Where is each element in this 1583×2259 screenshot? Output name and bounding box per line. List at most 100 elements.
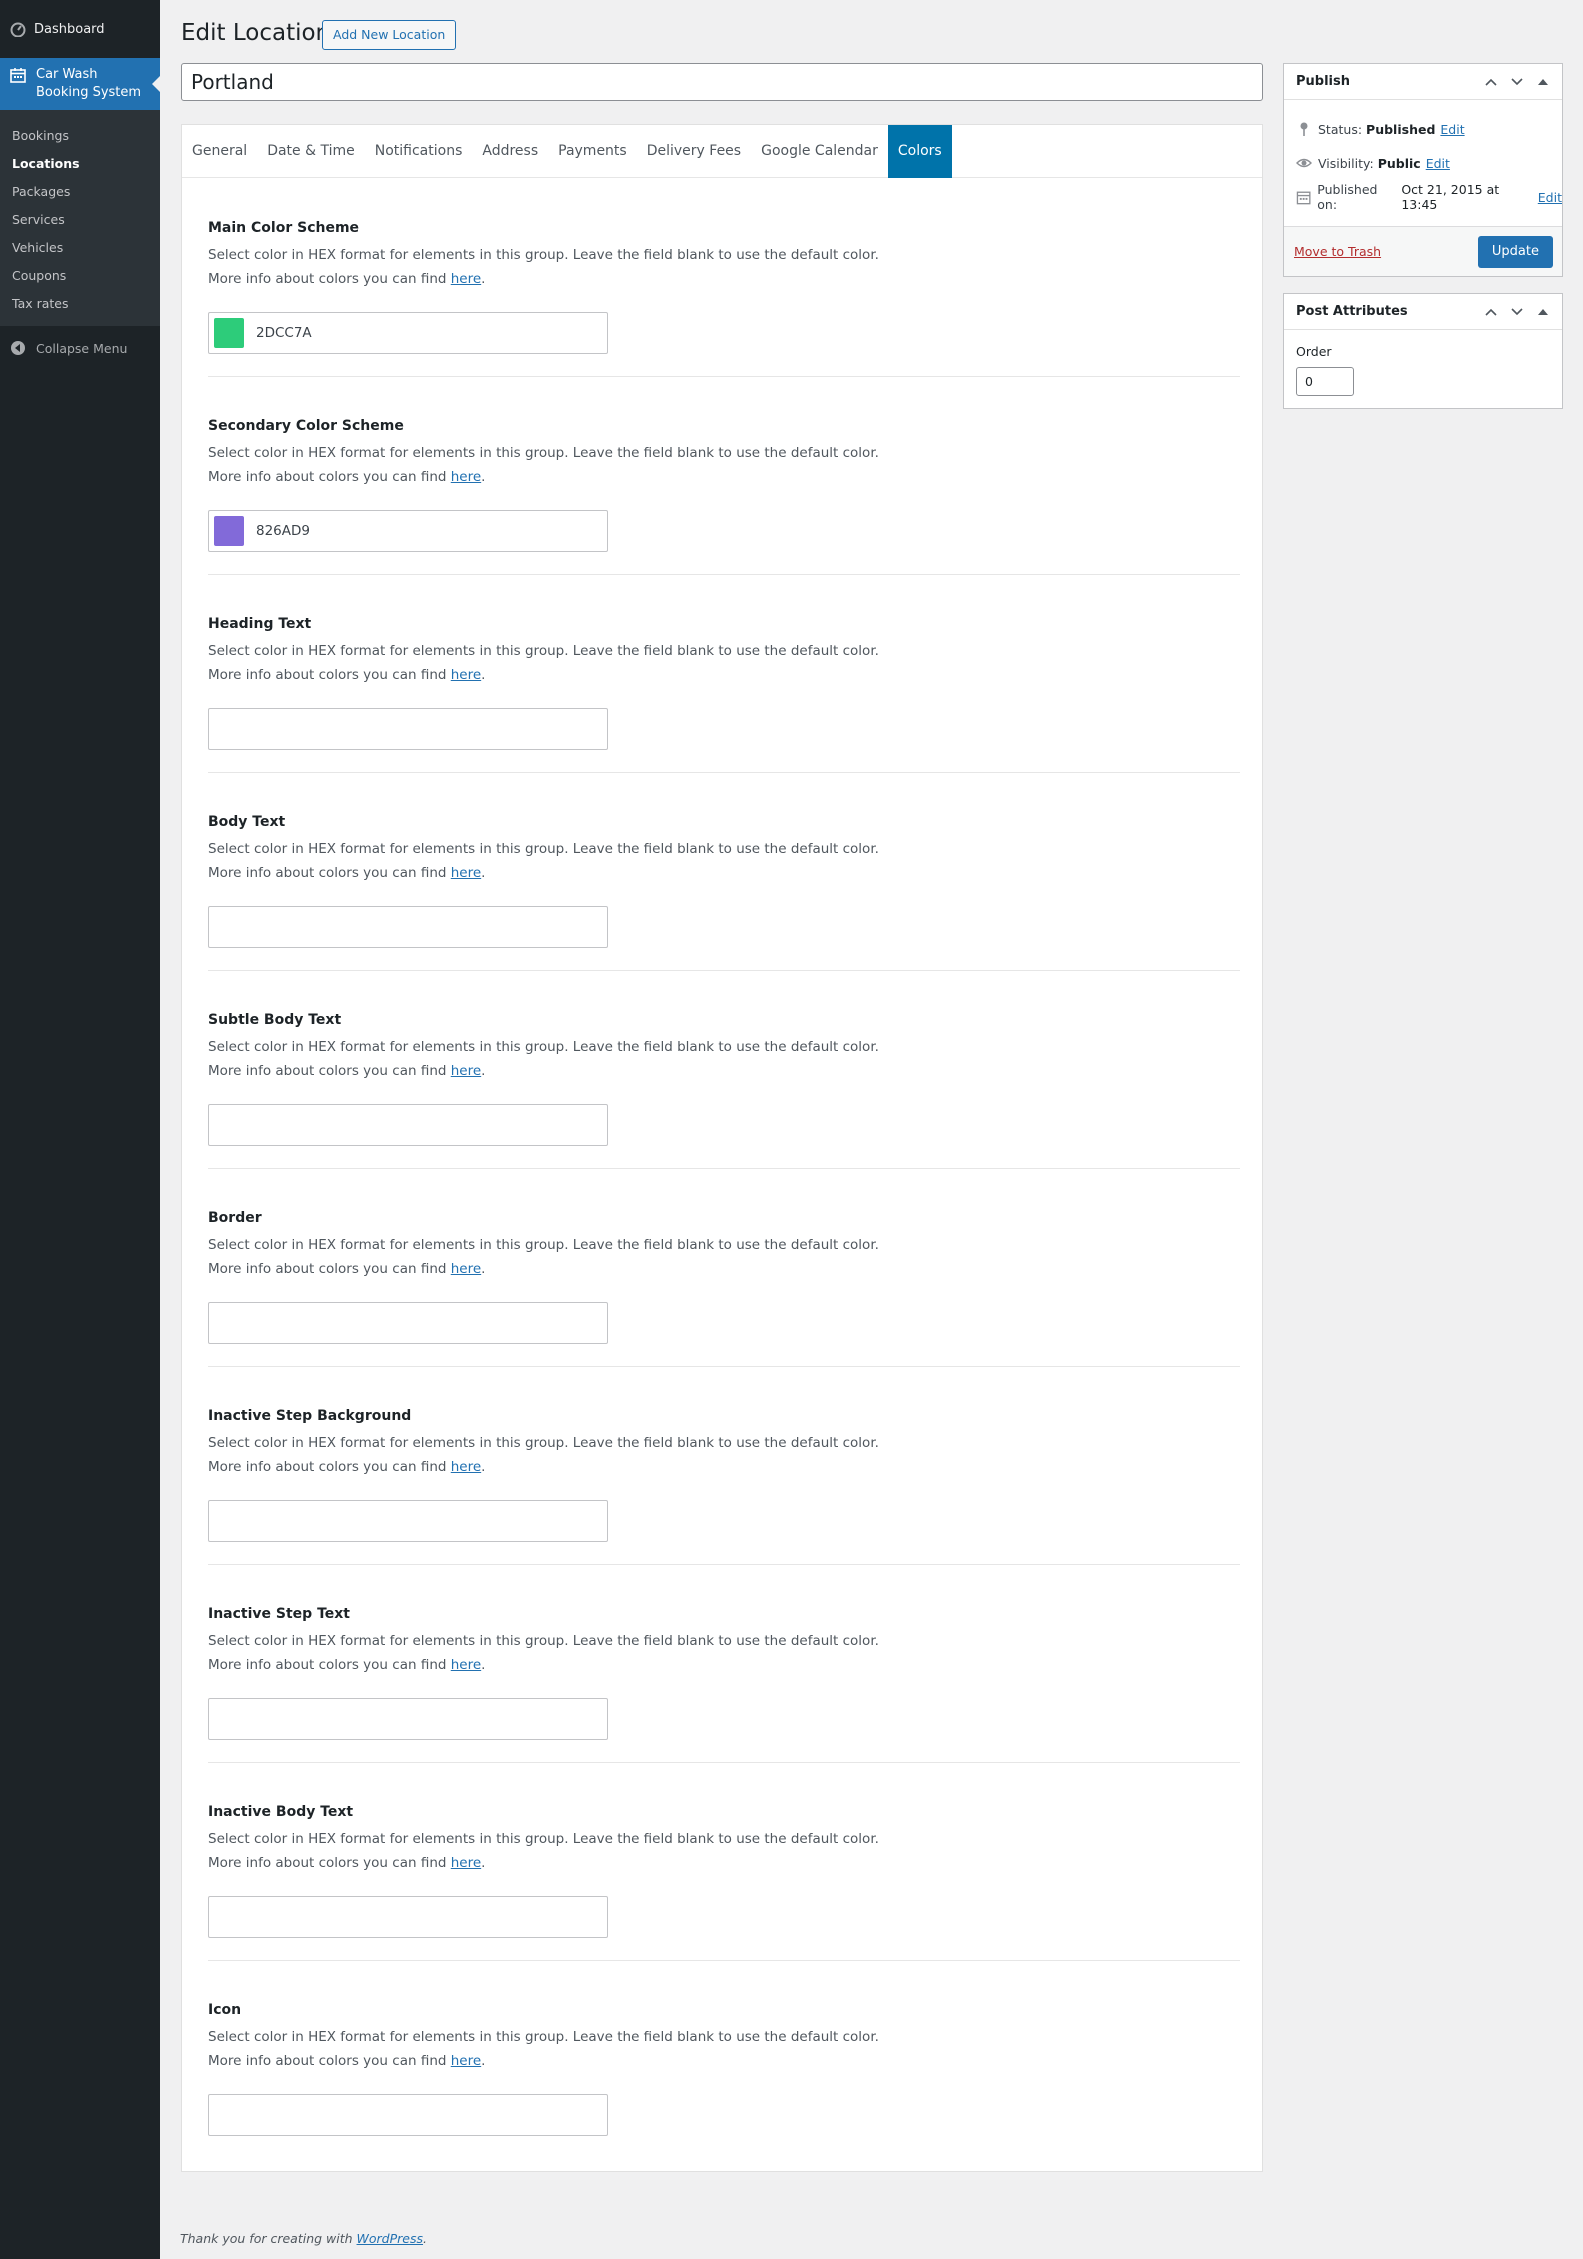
tab-notifications[interactable]: Notifications (365, 125, 473, 178)
tab-address[interactable]: Address (472, 125, 548, 178)
color-hex-value: 826AD9 (256, 523, 310, 539)
tab-google-calendar[interactable]: Google Calendar (751, 125, 888, 178)
order-input[interactable]: 0 (1296, 367, 1354, 396)
color-setting-help: More info about colors you can find here… (208, 469, 486, 485)
move-to-trash-link[interactable]: Move to Trash (1294, 244, 1381, 259)
footer-period: . (423, 2231, 427, 2246)
sidebar-item-dashboard[interactable]: Dashboard (0, 0, 160, 58)
help-link[interactable]: here (451, 1261, 481, 1277)
sidebar-submenu: Bookings Locations Packages Services Veh… (0, 110, 160, 326)
help-text: More info about colors you can find (208, 865, 447, 881)
move-down-icon[interactable] (1504, 294, 1530, 330)
edit-visibility-link[interactable]: Edit (1426, 156, 1450, 171)
collapse-menu-button[interactable]: Collapse Menu (0, 330, 160, 366)
move-up-icon[interactable] (1478, 64, 1504, 100)
tab-date-time[interactable]: Date & Time (257, 125, 365, 178)
dashboard-icon (10, 22, 26, 37)
color-hex-value: 2DCC7A (256, 325, 312, 341)
toggle-panel-icon[interactable] (1530, 64, 1556, 100)
color-hex-input[interactable] (208, 1500, 608, 1542)
update-button[interactable]: Update (1477, 235, 1553, 268)
color-hex-input[interactable] (208, 906, 608, 948)
post-attributes-box: Post Attributes Order 0 (1283, 293, 1563, 409)
admin-footer: Thank you for creating with WordPress. (180, 2231, 427, 2246)
tab-colors[interactable]: Colors (887, 125, 952, 178)
help-link[interactable]: here (451, 1063, 481, 1079)
move-up-icon[interactable] (1478, 294, 1504, 330)
color-hex-input[interactable] (208, 1104, 608, 1146)
sidebar-item-packages[interactable]: Packages (0, 178, 160, 206)
tab-delivery-fees[interactable]: Delivery Fees (637, 125, 751, 178)
color-swatch[interactable] (214, 516, 244, 546)
help-text: More info about colors you can find (208, 2053, 447, 2069)
color-hex-input[interactable] (208, 1896, 608, 1938)
add-new-location-button[interactable]: Add New Location (322, 20, 457, 50)
help-text: More info about colors you can find (208, 1855, 447, 1871)
color-setting: Inactive Body Text Select color in HEX fo… (208, 1763, 1240, 1961)
color-swatch[interactable] (214, 318, 244, 348)
color-setting-title: Inactive Step Text (208, 1606, 350, 1622)
help-link[interactable]: here (451, 271, 481, 287)
help-link[interactable]: here (451, 865, 481, 881)
order-label: Order (1296, 344, 1332, 359)
admin-sidebar: Dashboard Car Wash Booking System Bookin… (0, 0, 160, 2259)
help-link[interactable]: here (451, 1459, 481, 1475)
color-setting-description: Select color in HEX format for elements … (208, 1831, 879, 1847)
color-hex-input[interactable]: 826AD9 (208, 510, 608, 552)
publish-box-header: Publish (1284, 64, 1562, 100)
color-hex-input[interactable] (208, 2094, 608, 2136)
help-text: More info about colors you can find (208, 1261, 447, 1277)
sidebar-item-bookings[interactable]: Bookings (0, 122, 160, 150)
color-setting-title: Main Color Scheme (208, 220, 360, 236)
edit-date-link[interactable]: Edit (1538, 190, 1562, 205)
page-title: Edit Location (181, 20, 331, 46)
help-link[interactable]: here (451, 2053, 481, 2069)
published-on-value: Oct 21, 2015 at 13:45 (1401, 182, 1500, 212)
sidebar-item-vehicles[interactable]: Vehicles (0, 234, 160, 262)
color-setting-description: Select color in HEX format for elements … (208, 1039, 879, 1055)
sidebar-item-car-wash[interactable]: Car Wash Booking System (0, 58, 160, 110)
color-setting-description: Select color in HEX format for elements … (208, 1237, 879, 1253)
color-hex-input[interactable] (208, 1302, 608, 1344)
sidebar-item-coupons[interactable]: Coupons (0, 262, 160, 290)
help-text: More info about colors you can find (208, 1657, 447, 1673)
color-hex-input[interactable]: 2DCC7A (208, 312, 608, 354)
color-setting-title: Inactive Step Background (208, 1408, 412, 1424)
help-text: More info about colors you can find (208, 469, 447, 485)
color-setting-description: Select color in HEX format for elements … (208, 247, 879, 263)
tab-general[interactable]: General (182, 125, 257, 178)
color-setting-help: More info about colors you can find here… (208, 865, 486, 881)
color-hex-input[interactable] (208, 708, 608, 750)
color-setting-help: More info about colors you can find here… (208, 1459, 486, 1475)
sidebar-item-services[interactable]: Services (0, 206, 160, 234)
toggle-panel-icon[interactable] (1530, 294, 1556, 330)
help-text: More info about colors you can find (208, 1459, 447, 1475)
visibility-value: Public (1377, 155, 1421, 171)
collapse-menu-label: Collapse Menu (36, 340, 128, 356)
sidebar-item-locations[interactable]: Locations (0, 150, 160, 178)
edit-status-link[interactable]: Edit (1440, 122, 1464, 137)
published-on-row: Published on: Oct 21, 2015 at 13:45 Edit (1284, 180, 1562, 214)
help-link[interactable]: here (451, 667, 481, 683)
calendar-icon (10, 68, 26, 83)
color-setting-description: Select color in HEX format for elements … (208, 841, 879, 857)
settings-tabs: General Date & Time Notifications Addres… (182, 125, 1262, 178)
publish-actions: Move to Trash Update (1284, 226, 1562, 276)
tab-payments[interactable]: Payments (548, 125, 637, 178)
color-setting-title: Inactive Body Text (208, 1804, 354, 1820)
pin-icon (1300, 122, 1308, 136)
move-down-icon[interactable] (1504, 64, 1530, 100)
color-hex-input[interactable] (208, 1698, 608, 1740)
visibility-row: Visibility: Public Edit (1284, 146, 1562, 180)
color-setting-help: More info about colors you can find here… (208, 1657, 486, 1673)
help-link[interactable]: here (451, 1657, 481, 1673)
sidebar-item-tax-rates[interactable]: Tax rates (0, 290, 160, 318)
help-link[interactable]: here (451, 469, 481, 485)
post-title-input[interactable]: Portland (181, 63, 1263, 101)
wordpress-link[interactable]: WordPress (357, 2231, 423, 2246)
visibility-label: Visibility: (1318, 155, 1374, 171)
color-setting-title: Icon (208, 2002, 242, 2018)
color-setting: Inactive Step Background Select color in … (208, 1367, 1240, 1565)
help-link[interactable]: here (451, 1855, 481, 1871)
color-setting-help: More info about colors you can find here… (208, 1855, 486, 1871)
